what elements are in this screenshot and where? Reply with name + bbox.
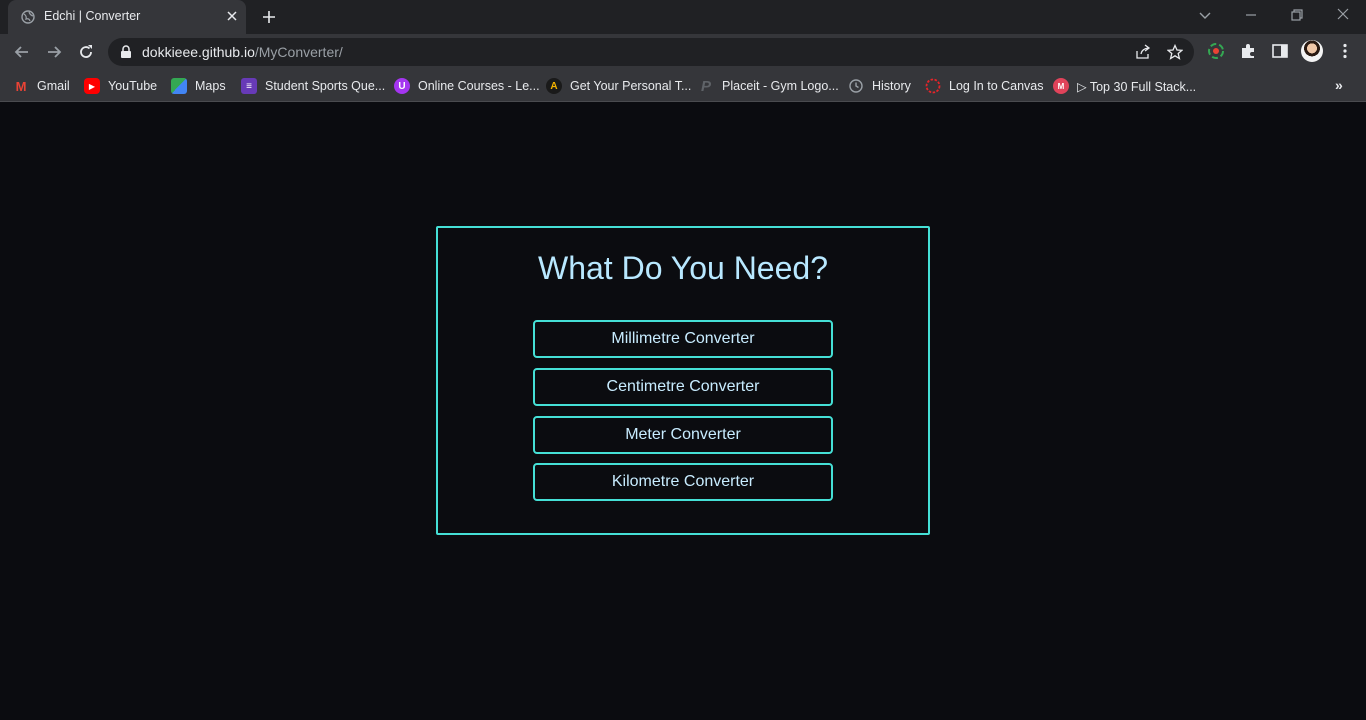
centimetre-converter-button[interactable]: Centimetre Converter [533, 368, 833, 406]
placeit-icon: P [700, 77, 711, 95]
page-content: What Do You Need? Millimetre Converter C… [0, 103, 1366, 720]
extension-colorful-icon[interactable] [1207, 42, 1225, 60]
tab-strip: Edchi | Converter [0, 0, 1366, 34]
bookmark-placeit[interactable]: P Placeit - Gym Logo... [698, 77, 839, 95]
bookmark-online-courses[interactable]: U Online Courses - Le... [394, 77, 540, 95]
restore-icon[interactable] [1288, 7, 1306, 23]
globe-icon [21, 10, 35, 24]
bookmark-youtube[interactable]: ▶ YouTube [84, 77, 157, 95]
bookmark-gmail[interactable]: M Gmail [13, 77, 70, 95]
bookmark-student-sports[interactable]: ≡ Student Sports Que... [241, 77, 385, 95]
maps-icon [171, 78, 187, 94]
back-icon[interactable] [12, 42, 32, 62]
close-window-icon[interactable] [1334, 7, 1352, 23]
gmail-icon: M [15, 78, 27, 94]
kilometre-converter-button[interactable]: Kilometre Converter [533, 463, 833, 501]
millimetre-converter-button[interactable]: Millimetre Converter [533, 320, 833, 358]
url-text: dokkieee.github.io/MyConverter/ [142, 44, 343, 60]
side-panel-icon[interactable] [1271, 42, 1289, 60]
meter-converter-button[interactable]: Meter Converter [533, 416, 833, 454]
bookmark-history[interactable]: History [848, 77, 911, 95]
url-host: dokkieee.github.io [142, 44, 255, 60]
profile-avatar[interactable] [1301, 40, 1323, 62]
udemy-icon: U [394, 78, 410, 94]
bookmark-canvas[interactable]: Log In to Canvas [925, 77, 1044, 95]
bookmarks-bar: M Gmail ▶ YouTube Maps ≡ Student Sports … [0, 70, 1366, 102]
address-bar[interactable]: dokkieee.github.io/MyConverter/ [108, 38, 1194, 66]
canvas-icon [925, 78, 941, 94]
page-title: What Do You Need? [538, 250, 828, 286]
bookmark-maps[interactable]: Maps [171, 77, 226, 95]
more-menu-icon[interactable] [1336, 42, 1354, 60]
browser-tab[interactable]: Edchi | Converter [8, 0, 246, 34]
tab-title: Edchi | Converter [44, 9, 141, 23]
share-icon[interactable] [1135, 44, 1151, 60]
close-tab-icon[interactable] [225, 9, 239, 23]
brand-a-icon: A [546, 78, 562, 94]
reload-icon[interactable] [76, 42, 96, 62]
extensions-puzzle-icon[interactable] [1239, 42, 1257, 60]
minimize-icon[interactable] [1242, 7, 1260, 23]
url-path: /MyConverter/ [254, 44, 343, 60]
youtube-icon: ▶ [84, 78, 100, 94]
forms-icon: ≡ [241, 78, 257, 94]
bookmark-star-icon[interactable] [1167, 44, 1183, 60]
browser-toolbar: dokkieee.github.io/MyConverter/ [0, 34, 1366, 70]
bookmark-top-30[interactable]: M ▷ Top 30 Full Stack... [1053, 77, 1196, 95]
forward-icon[interactable] [44, 42, 64, 62]
lock-icon[interactable] [120, 45, 132, 59]
new-tab-icon[interactable] [261, 9, 277, 25]
more-bookmarks-icon[interactable]: » [1335, 77, 1351, 93]
tab-search-icon[interactable] [1196, 7, 1214, 23]
history-icon [849, 79, 863, 93]
bookmark-personal-t[interactable]: A Get Your Personal T... [546, 77, 691, 95]
bookmark-red-icon: M [1053, 78, 1069, 94]
converter-menu-panel: What Do You Need? Millimetre Converter C… [436, 226, 930, 535]
